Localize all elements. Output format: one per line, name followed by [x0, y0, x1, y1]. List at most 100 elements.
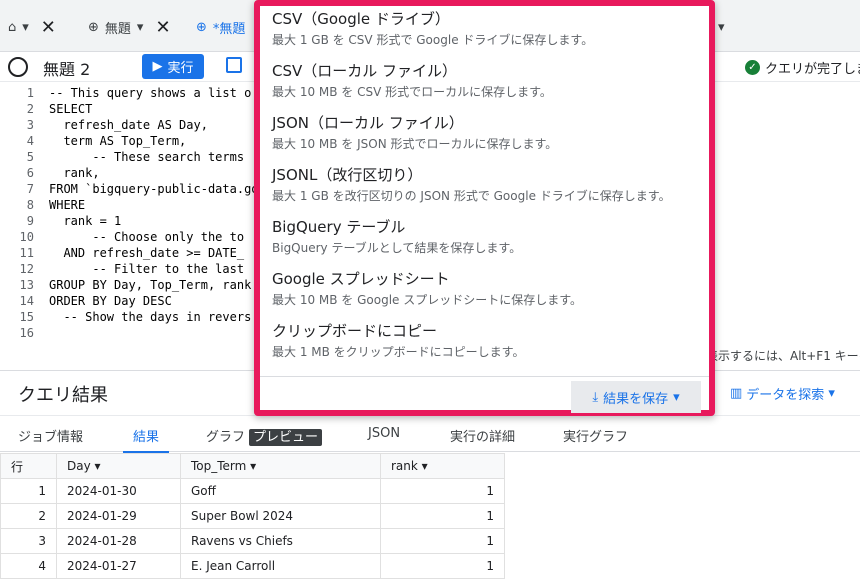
preview-badge: プレビュー	[249, 429, 323, 446]
table-row: 4 2024-01-27 E. Jean Carroll 1	[0, 553, 505, 579]
tab-results[interactable]: 結果	[122, 426, 170, 454]
tab-untitled-1[interactable]: ⊕ 無題 ▾ ✕	[88, 14, 171, 40]
chevron-down-icon: ▾	[828, 386, 835, 401]
menu-item-save-option[interactable]: Google スプレッドシート最大 10 MB を Google スプレッドシー…	[272, 268, 702, 308]
close-icon[interactable]: ✕	[155, 17, 170, 38]
menu-item-title: クリップボードにコピー	[272, 322, 438, 340]
menu-item-save-option[interactable]: クリップボードにコピー最大 1 MB をクリップボードにコピーします。	[272, 320, 702, 360]
menu-item-description: 最大 10 MB を Google スプレッドシートに保存します。	[272, 293, 583, 307]
menu-item-save-option[interactable]: JSONL（改行区切り） 最大 1 GB を改行区切りの JSON 形式で Goo…	[272, 164, 702, 204]
query-status: ✓クエリが完了しました	[745, 58, 860, 77]
menu-item-description: 最大 1 MB をクリップボードにコピーします。	[272, 345, 525, 359]
query-icon	[8, 57, 28, 77]
code-text: -- These search terms	[49, 150, 245, 164]
save-results-bar: ⤓ 結果を保存 ▾	[260, 376, 709, 416]
table-row: 1 2024-01-30 Goff 1	[0, 478, 505, 504]
column-header-rank[interactable]: rank ▾	[380, 453, 505, 479]
line-number: 3	[26, 118, 34, 132]
table-cell: 2024-01-29	[56, 503, 181, 529]
code-text: -- This query shows a list o	[49, 86, 252, 100]
query-icon: ⊕	[88, 19, 99, 35]
line-number: 14	[19, 294, 34, 308]
menu-item-description: 最大 10 MB を JSON 形式でローカルに保存します。	[272, 137, 558, 151]
column-header-row[interactable]: 行	[0, 453, 57, 479]
chevron-down-icon: ▾	[22, 19, 29, 35]
tab-json[interactable]: JSON	[368, 426, 400, 441]
code-text: ORDER BY Day DESC	[49, 294, 172, 308]
column-header-day[interactable]: Day ▾	[56, 453, 181, 479]
menu-item-save-option[interactable]: CSV（ローカル ファイル） 最大 10 MB を CSV 形式でローカルに保存し…	[272, 60, 702, 100]
menu-item-save-option[interactable]: CSV（Google ドライブ） 最大 1 GB を CSV 形式で Google…	[272, 8, 702, 48]
line-number: 9	[26, 214, 34, 228]
query-title: 無題 2	[43, 60, 91, 79]
line-number: 2	[26, 102, 34, 116]
tab-chart[interactable]: グラフ プレビュー	[206, 426, 323, 446]
table-cell: Super Bowl 2024	[180, 503, 381, 529]
line-number: 6	[26, 166, 34, 180]
save-icon[interactable]	[226, 57, 242, 73]
home-tab[interactable]: ⌂ ▾ ✕	[8, 14, 56, 40]
code-text: refresh_date AS Day,	[49, 118, 208, 132]
code-text: term AS Top_Term,	[49, 134, 187, 148]
table-cell: 3	[0, 528, 57, 554]
menu-item-save-option[interactable]: JSON（ローカル ファイル） 最大 10 MB を JSON 形式でローカルに保…	[272, 112, 702, 152]
menu-item-description: 最大 10 MB を CSV 形式でローカルに保存します。	[272, 85, 552, 99]
save-results-menu: CSV（Google ドライブ） 最大 1 GB を CSV 形式で Google…	[254, 0, 715, 416]
code-text: -- Show the days in revers	[49, 310, 252, 324]
tab-untitled-2[interactable]: ⊕ *無題	[196, 14, 245, 40]
results-tabs: ジョブ情報 結果 グラフ プレビュー JSON 実行の詳細 実行グラフ	[0, 416, 860, 454]
code-text: rank,	[49, 166, 100, 180]
code-text: WHERE	[49, 198, 86, 212]
play-icon: ▶	[152, 59, 163, 74]
menu-item-title: BigQuery テーブル	[272, 218, 406, 236]
menu-item-title: JSON（ローカル ファイル）	[272, 114, 464, 132]
table-cell: 2024-01-30	[56, 478, 181, 504]
table-cell: 1	[380, 553, 505, 579]
results-title: クエリ結果	[18, 385, 108, 406]
table-cell: 2	[0, 503, 57, 529]
column-header-top-term[interactable]: Top_Term ▾	[180, 453, 381, 479]
more-tabs-chevron[interactable]: ▾	[718, 14, 725, 40]
line-number: 10	[19, 230, 34, 244]
menu-item-title: Google スプレッドシート	[272, 270, 450, 288]
table-cell: 2024-01-28	[56, 528, 181, 554]
close-icon[interactable]: ✕	[41, 17, 56, 38]
table-cell: 4	[0, 553, 57, 579]
menu-item-save-option[interactable]: BigQuery テーブル BigQuery テーブルとして結果を保存します。	[272, 216, 702, 256]
download-icon: ⤓	[592, 389, 599, 405]
code-text: SELECT	[49, 102, 93, 116]
table-cell: 1	[0, 478, 57, 504]
table-cell: Ravens vs Chiefs	[180, 528, 381, 554]
code-text: AND refresh_date >= DATE_	[49, 246, 245, 260]
line-number: 13	[19, 278, 34, 292]
line-number: 11	[19, 246, 34, 260]
query-icon: ⊕	[196, 19, 207, 35]
explore-data-button[interactable]: ▥ データを探索 ▾	[730, 384, 835, 403]
line-number: 4	[26, 134, 34, 148]
run-button[interactable]: ▶ 実行	[142, 54, 204, 79]
chart-icon: ▥	[730, 386, 743, 401]
tab-execution-details[interactable]: 実行の詳細	[450, 426, 515, 445]
tab-job-info[interactable]: ジョブ情報	[18, 426, 83, 445]
results-table: 行 Day ▾ Top_Term ▾ rank ▾ 1 2024-01-30 Gof…	[0, 453, 505, 579]
line-number: 1	[26, 86, 34, 100]
accessibility-hint: 表示するには、Alt+F1 キーを押	[706, 349, 860, 363]
line-number: 16	[19, 326, 34, 340]
line-number: 12	[19, 262, 34, 276]
line-number: 8	[26, 198, 34, 212]
line-number: 5	[26, 150, 34, 164]
save-results-button[interactable]: ⤓ 結果を保存 ▾	[571, 381, 701, 413]
table-cell: 1	[380, 503, 505, 529]
chevron-down-icon: ▾	[718, 19, 725, 35]
code-text: -- Filter to the last	[49, 262, 245, 276]
menu-item-title: CSV（ローカル ファイル）	[272, 62, 458, 80]
tab-execution-graph[interactable]: 実行グラフ	[563, 426, 628, 445]
code-text: GROUP BY Day, Top_Term, rank	[49, 278, 252, 292]
table-row: 3 2024-01-28 Ravens vs Chiefs 1	[0, 528, 505, 554]
menu-item-description: 最大 1 GB を改行区切りの JSON 形式で Google ドライブに保存し…	[272, 189, 671, 203]
table-row: 2 2024-01-29 Super Bowl 2024 1	[0, 503, 505, 529]
line-number: 15	[19, 310, 34, 324]
chevron-down-icon: ▾	[136, 19, 144, 35]
check-icon: ✓	[745, 60, 760, 75]
table-cell: Goff	[180, 478, 381, 504]
